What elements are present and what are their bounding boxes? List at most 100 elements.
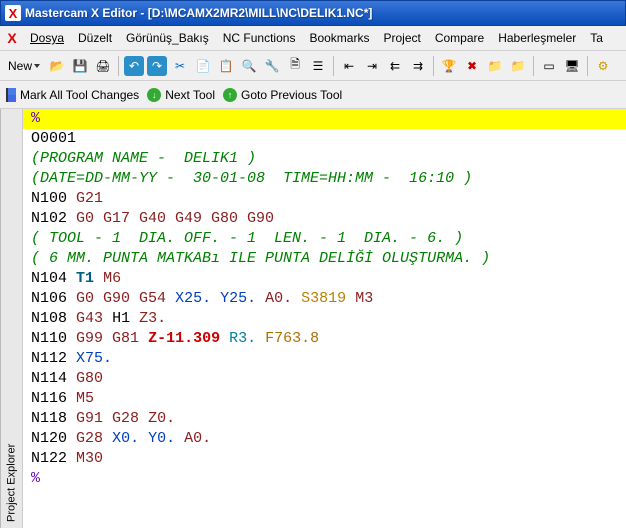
menu-project[interactable]: Project [377,29,426,47]
next-tool-button[interactable]: ↓ Next Tool [147,88,215,102]
code-x: X75. [76,350,112,367]
code-f: F763.8 [265,330,319,347]
code-r: R3. [229,330,256,347]
code-g: G0 G17 G40 G49 G80 G90 [76,210,274,227]
separator [118,56,119,76]
separator [533,56,534,76]
code-n: N120 [31,430,67,447]
separator [433,56,434,76]
code-n: N122 [31,450,67,467]
menu-bar: Dosya Düzelt Görünüş_Bakış NC Functions … [0,26,626,51]
window-icon[interactable]: ▭ [539,56,559,76]
indent-left-icon[interactable]: ⇤ [339,56,359,76]
print-icon[interactable]: 🖨 [93,56,113,76]
menu-compare[interactable]: Compare [429,29,490,47]
next-label: Next Tool [165,88,215,102]
code-z: Z0. [148,410,175,427]
code-m: M3 [355,290,373,307]
menu-bookmarks[interactable]: Bookmarks [303,29,375,47]
menu-haberlesmeler[interactable]: Haberleşmeler [492,29,582,47]
code-s: S3819 [301,290,346,307]
outdent-icon[interactable]: ⇇ [385,56,405,76]
search-icon[interactable]: 🔍 [239,56,259,76]
code-line: O0001 [31,130,76,147]
prev-tool-button[interactable]: ↑ Goto Previous Tool [223,88,342,102]
code-n: N104 [31,270,67,287]
code-n: N110 [31,330,67,347]
indent-right-icon[interactable]: ⇥ [362,56,382,76]
code-g: G43 [76,310,103,327]
tool-icon[interactable]: 🔧 [262,56,282,76]
code-g: G91 G28 [76,410,139,427]
code-editor[interactable]: % O0001 (PROGRAM NAME - DELIK1 ) (DATE=D… [22,109,626,528]
mark-tool-changes-button[interactable]: Mark All Tool Changes [6,88,139,102]
code-comment: (PROGRAM NAME - DELIK1 ) [31,150,256,167]
doc-icon[interactable]: 🗎 [285,56,305,76]
code-line: % [31,110,40,127]
code-t: T1 [76,270,94,287]
code-a: A0. [265,290,292,307]
monitor-icon[interactable]: 🖥 [562,56,582,76]
code-z: Z-11.309 [148,330,220,347]
code-comment: (DATE=DD-MM-YY - 30-01-08 TIME=HH:MM - 1… [31,170,472,187]
window-title: Mastercam X Editor - [D:\MCAMX2MR2\MILL\… [25,6,372,20]
code-n: N114 [31,370,67,387]
new-button[interactable]: New [4,57,44,75]
code-n: N100 [31,190,67,207]
cut-icon[interactable]: ✂ [170,56,190,76]
menu-dosya[interactable]: Dosya [24,29,70,47]
code-m: M5 [76,390,94,407]
code-y: Y0. [148,430,175,447]
undo-icon[interactable]: ↶ [124,56,144,76]
menu-ta[interactable]: Ta [584,29,609,47]
gear-icon[interactable]: ⚙ [593,56,613,76]
code-m: M6 [103,270,121,287]
project-explorer-tab[interactable]: Project Explorer [0,109,22,528]
main-area: Project Explorer % O0001 (PROGRAM NAME -… [0,109,626,528]
title-bar: Mastercam X Editor - [D:\MCAMX2MR2\MILL\… [0,0,626,26]
app-icon [5,5,21,21]
chevron-down-icon [34,64,40,68]
code-h: H1 [112,310,130,327]
trophy-icon[interactable]: 🏆 [439,56,459,76]
save-icon[interactable]: 💾 [70,56,90,76]
flag-icon [6,88,16,102]
menu-nc-functions[interactable]: NC Functions [217,29,302,47]
menu-duzelt[interactable]: Düzelt [72,29,118,47]
menu-gorunus[interactable]: Görünüş_Bakış [120,29,215,47]
sidebar-label: Project Explorer [6,444,18,522]
main-toolbar: New 📂 💾 🖨 ↶ ↷ ✂ 📄 📋 🔍 🔧 🗎 ☰ ⇤ ⇥ ⇇ ⇉ 🏆 ✖ … [0,51,626,81]
x-tool-icon[interactable]: ✖ [462,56,482,76]
code-comment: ( 6 MM. PUNTA MATKABı ILE PUNTA DELİĞİ O… [31,250,490,267]
open-icon[interactable]: 📂 [47,56,67,76]
arrow-up-icon: ↑ [223,88,237,102]
list-icon[interactable]: ☰ [308,56,328,76]
code-a: A0. [184,430,211,447]
code-n: N116 [31,390,67,407]
code-x: X0. [112,430,139,447]
code-n: N106 [31,290,67,307]
tool-change-toolbar: Mark All Tool Changes ↓ Next Tool ↑ Goto… [0,81,626,109]
code-z: Z3. [139,310,166,327]
code-n: N112 [31,350,67,367]
redo-icon[interactable]: ↷ [147,56,167,76]
separator [333,56,334,76]
copy-icon[interactable]: 📄 [193,56,213,76]
folder-b-icon[interactable]: 📁 [508,56,528,76]
code-line: % [31,470,40,487]
indent-icon[interactable]: ⇉ [408,56,428,76]
prev-label: Goto Previous Tool [241,88,342,102]
code-x: X25. [175,290,211,307]
code-n: N108 [31,310,67,327]
separator [587,56,588,76]
arrow-down-icon: ↓ [147,88,161,102]
code-m: M30 [76,450,103,467]
code-comment: ( TOOL - 1 DIA. OFF. - 1 LEN. - 1 DIA. -… [31,230,463,247]
code-n: N102 [31,210,67,227]
code-g: G28 [76,430,103,447]
code-g: G99 G81 [76,330,139,347]
folder-g-icon[interactable]: 📁 [485,56,505,76]
paste-icon[interactable]: 📋 [216,56,236,76]
code-g: G0 G90 G54 [76,290,166,307]
code-g: G21 [76,190,103,207]
